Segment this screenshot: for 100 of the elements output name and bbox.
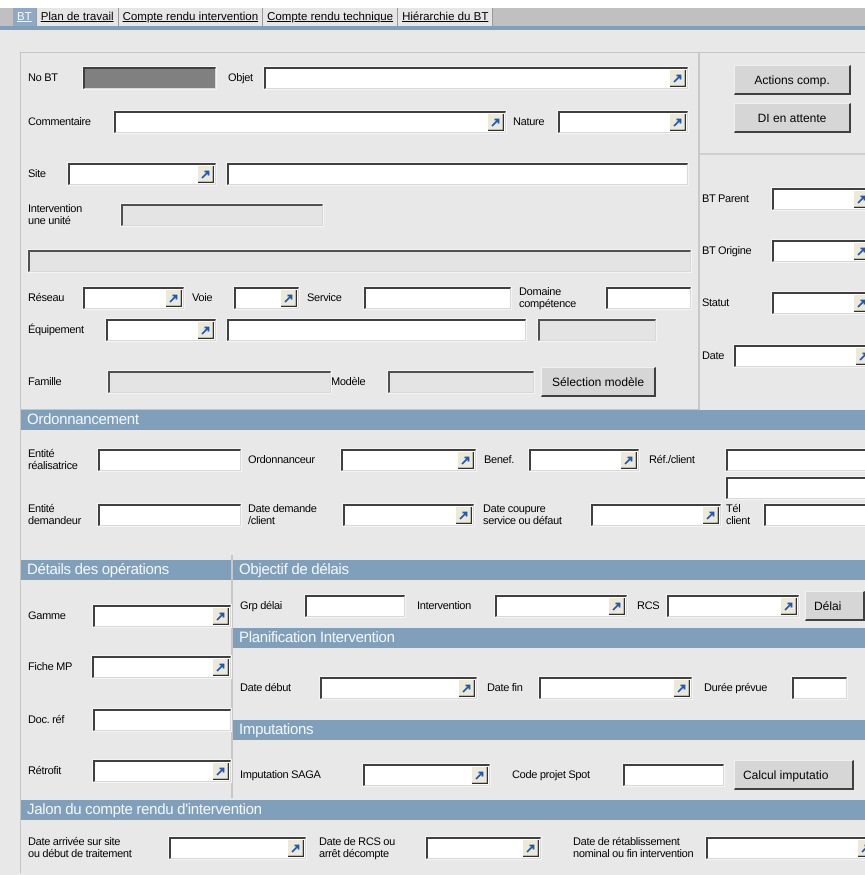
lookup-field[interactable] [320,677,477,699]
arrow-icon[interactable] [456,507,472,524]
input-field[interactable] [305,595,405,617]
input-field[interactable] [98,504,241,526]
input-field[interactable] [606,287,691,309]
input-field[interactable] [623,764,724,786]
field-label: Benef. [484,454,516,466]
field-label: Intervention [417,600,472,612]
action-button[interactable]: Actions comp. [734,65,851,95]
field-label: Entité demandeur [28,503,82,527]
field-label: Date fin [487,682,524,694]
field-label: Gamme [28,610,67,622]
lookup-field[interactable] [114,111,506,133]
lookup-field[interactable] [529,449,639,471]
field-label: Intervention une unité [28,203,83,227]
arrow-icon[interactable] [523,840,539,857]
arrow-icon[interactable] [488,114,504,131]
arrow-icon[interactable] [198,322,214,339]
input-field[interactable] [98,449,241,471]
lookup-field[interactable] [772,292,865,314]
field-label: Objet [228,72,254,84]
lookup-field[interactable] [169,837,306,859]
input-field[interactable] [364,287,511,309]
field-label: BT Origine [702,245,752,257]
lookup-field[interactable] [706,837,865,859]
lookup-field[interactable] [558,111,688,133]
lookup-field[interactable] [93,605,231,627]
input-field[interactable] [764,504,865,526]
arrow-icon[interactable] [459,680,475,697]
field-label: Imputation SAGA [240,769,322,781]
arrow-icon[interactable] [781,598,797,615]
field-label: Date de rétablissement nominal ou fin intervention [573,836,694,860]
lookup-field[interactable] [591,504,721,526]
field-label: Doc. réf [28,714,66,726]
lookup-field[interactable] [83,287,184,309]
input-field[interactable] [792,677,847,699]
tab[interactable]: Compte rendu intervention [118,8,264,26]
lookup-field[interactable] [106,319,216,341]
tab[interactable]: Hiérarchie du BT [398,8,494,26]
lookup-field[interactable] [264,67,688,89]
lookup-field[interactable] [772,188,865,210]
lookup-field[interactable] [93,760,231,782]
field-label: Modèle [331,376,366,388]
section-header: Ordonnancement [21,410,865,430]
field-label: Date coupure service ou défaut [483,503,563,527]
lookup-field[interactable] [234,287,299,309]
field-label: Date début [240,682,292,694]
field-label: Réf./client [649,454,696,466]
tab[interactable]: Compte rendu technique [263,8,398,26]
lookup-field[interactable] [734,345,865,367]
lookup-field[interactable] [341,449,476,471]
input-field[interactable] [227,163,688,185]
arrow-icon[interactable] [288,840,304,857]
section-header: Objectif de délais [233,560,865,580]
field-label: RCS [637,600,660,612]
arrow-icon[interactable] [670,70,686,87]
action-button[interactable]: DI en attente [734,103,851,133]
field-label: Date [702,350,726,362]
input-field[interactable] [726,449,865,471]
arrow-icon[interactable] [703,507,719,524]
action-button[interactable]: Sélection modèle [541,367,656,397]
arrow-icon[interactable] [458,452,474,469]
input-field[interactable] [93,709,231,731]
lookup-field[interactable] [363,764,490,786]
lookup-field[interactable] [772,240,865,262]
arrow-icon[interactable] [674,680,690,697]
section-header: Planification Intervention [233,628,865,648]
lookup-field[interactable] [92,656,231,678]
arrow-icon[interactable] [472,767,488,784]
tab[interactable]: Plan de travail [36,8,119,26]
field-label: Domaine compétence [519,286,577,310]
arrow-icon[interactable] [213,763,229,780]
field-label: Voie [192,292,214,304]
lookup-field[interactable] [343,504,474,526]
lookup-field[interactable] [426,837,541,859]
arrow-icon[interactable] [166,290,182,307]
field-label: Service [307,292,343,304]
lookup-field[interactable] [495,595,627,617]
arrow-icon[interactable] [198,166,214,183]
field-label: Commentaire [28,116,92,128]
field-label: No BT [28,72,59,84]
lookup-field[interactable] [667,595,799,617]
arrow-icon[interactable] [670,114,686,131]
lookup-field[interactable] [539,677,692,699]
action-button[interactable]: Délai [805,591,865,621]
field-label: Nature [513,116,546,128]
action-button[interactable]: Calcul imputatio [734,760,854,790]
field-label: Date de RCS ou arrêt décompte [319,836,396,860]
input-field[interactable] [227,319,526,341]
arrow-icon[interactable] [609,598,625,615]
field-label: Équipement [28,324,85,336]
arrow-icon[interactable] [213,659,229,676]
arrow-icon[interactable] [281,290,297,307]
field-label: Site [28,168,47,180]
input-field[interactable] [726,477,865,499]
field-label: Famille [28,376,62,388]
arrow-icon[interactable] [213,608,229,625]
lookup-field[interactable] [68,163,216,185]
arrow-icon[interactable] [621,452,637,469]
field-label: Statut [702,297,730,309]
